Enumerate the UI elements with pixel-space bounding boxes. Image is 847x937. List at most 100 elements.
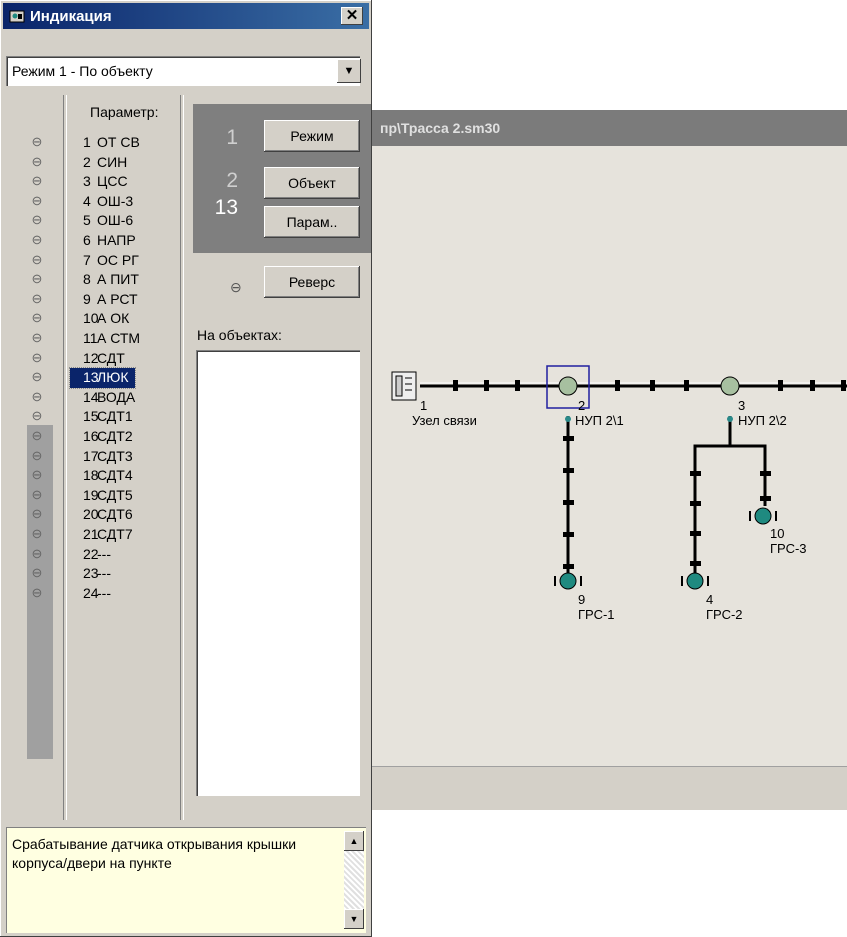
objects-list[interactable]	[196, 350, 360, 796]
status-led-icon: ⊖	[31, 369, 43, 384]
param-label: СДТ2	[97, 428, 133, 444]
param-number: 22	[83, 546, 99, 562]
mode-dropdown[interactable]: Режим 1 - По объекту ▼	[6, 56, 361, 86]
indication-window: Индикация ✕ Режим 1 - По объекту ▼ ⊖ ⊖ ⊖ ⊖ ⊖…	[0, 0, 372, 937]
status-led-icon: ⊖	[31, 428, 43, 443]
param-number: 23	[83, 565, 99, 581]
status-led-icon: ⊖	[31, 467, 43, 482]
param-number: 4	[83, 193, 91, 209]
param-row[interactable]: 4 ОШ-3	[70, 192, 133, 212]
column-divider	[180, 95, 184, 820]
node-4-icon	[681, 572, 709, 590]
chevron-down-icon[interactable]: ▼	[337, 59, 361, 83]
param-row[interactable]: 3 ЦСС	[70, 172, 128, 192]
param-label: СДТ1	[97, 408, 133, 424]
mode-button[interactable]: Режим	[264, 120, 360, 152]
scroll-up-icon[interactable]: ▲	[344, 831, 364, 851]
param-number: 3	[83, 173, 91, 189]
param-number: 8	[83, 271, 91, 287]
param-row[interactable]: 5 ОШ-6	[70, 211, 133, 231]
param-number: 19	[83, 487, 99, 503]
param-row[interactable]: 15СДТ1	[70, 407, 133, 427]
param-label: ЛЮК	[97, 369, 129, 385]
param-row[interactable]: 22---	[70, 545, 111, 565]
param-number: 21	[83, 526, 99, 542]
node-1-name: Узел связи	[412, 413, 477, 428]
param-row[interactable]: 9 А РСТ	[70, 290, 138, 310]
counter-box: 1 2 13 Режим Объект Парам..	[193, 104, 371, 253]
reverse-led-icon: ⊖	[230, 279, 242, 295]
param-label: А ПИТ	[97, 271, 139, 287]
param-label: НАПР	[97, 232, 136, 248]
status-led-icon: ⊖	[31, 448, 43, 463]
param-row[interactable]: 8 А ПИТ	[70, 270, 139, 290]
param-row[interactable]: 14ВОДА	[70, 388, 135, 408]
param-label: ОШ-6	[97, 212, 134, 228]
param-row[interactable]: 12СДТ	[70, 349, 125, 369]
param-row[interactable]: 6 НАПР	[70, 231, 136, 251]
param-row[interactable]: 19СДТ5	[70, 486, 133, 506]
scroll-down-icon[interactable]: ▼	[344, 909, 364, 929]
title-bar[interactable]: Индикация ✕	[3, 3, 369, 29]
node-10-icon	[749, 507, 777, 525]
close-button[interactable]: ✕	[341, 7, 363, 25]
route-diagram	[391, 365, 847, 590]
object-button[interactable]: Объект	[264, 167, 360, 199]
status-led-icon: ⊖	[31, 252, 43, 267]
param-label: СИН	[97, 154, 128, 170]
param-button[interactable]: Парам..	[264, 206, 360, 238]
param-row[interactable]: 11А СТМ	[70, 329, 140, 349]
param-number: 9	[83, 291, 91, 307]
map-window: пр\Трасса 2.sm30 1 Узел связи 2 НУП 2\1 …	[370, 110, 847, 810]
reverse-button[interactable]: Реверс	[264, 266, 360, 298]
param-row[interactable]: 2 СИН	[70, 153, 127, 173]
status-led-icon: ⊖	[31, 408, 43, 423]
branch-node3	[693, 416, 767, 576]
description-text: Срабатывание датчика открывания крышки к…	[12, 836, 297, 871]
status-led-icon: ⊖	[31, 585, 43, 600]
node-9-icon	[554, 572, 582, 590]
param-row[interactable]: 17СДТ3	[70, 447, 133, 467]
param-label: СДТ7	[97, 526, 133, 542]
param-row[interactable]: 16СДТ2	[70, 427, 133, 447]
param-row[interactable]: 20СДТ6	[70, 505, 133, 525]
status-led-icon: ⊖	[31, 232, 43, 247]
node-3-number: 3	[738, 398, 746, 413]
param-label: СДТ	[97, 350, 125, 366]
param-number: 17	[83, 448, 99, 464]
param-label: ЦСС	[97, 173, 128, 189]
param-number: 20	[83, 506, 99, 522]
status-led-icon: ⊖	[31, 487, 43, 502]
status-led-icon: ⊖	[31, 330, 43, 345]
param-number: 10	[83, 310, 99, 326]
status-led-icon: ⊖	[31, 134, 43, 149]
description-scrollbar[interactable]: ▲ ▼	[344, 831, 364, 929]
status-led-icon: ⊖	[31, 526, 43, 541]
param-row[interactable]: 1 ОТ СВ	[70, 133, 140, 153]
param-row[interactable]: 24---	[70, 584, 111, 604]
param-label: ОТ СВ	[97, 134, 140, 150]
node-10-name: ГРС-3	[770, 541, 807, 556]
status-led-icon: ⊖	[31, 565, 43, 580]
node-1-icon	[391, 371, 417, 401]
window-title: Индикация	[30, 8, 112, 25]
param-row[interactable]: 18СДТ4	[70, 466, 133, 486]
mode-dropdown-value: Режим 1 - По объекту	[12, 63, 153, 79]
param-label: ВОДА	[97, 389, 136, 405]
status-led-icon: ⊖	[31, 291, 43, 306]
param-label: СДТ4	[97, 467, 133, 483]
param-number: 11	[83, 330, 98, 346]
param-number: 5	[83, 212, 91, 228]
param-number: 14	[83, 389, 99, 405]
param-label: ---	[97, 546, 111, 562]
map-canvas[interactable]: 1 Узел связи 2 НУП 2\1 3 НУП 2\2 9 ГРС-1…	[370, 146, 847, 766]
mode-counter: 1	[226, 126, 238, 149]
param-row[interactable]: 23---	[70, 564, 111, 584]
param-row[interactable]: 13ЛЮК	[69, 367, 136, 389]
param-label: ---	[97, 565, 111, 581]
param-row[interactable]: 21СДТ7	[70, 525, 133, 545]
param-number: 12	[83, 350, 99, 366]
param-row[interactable]: 7 ОС РГ	[70, 251, 139, 271]
param-row[interactable]: 10А ОК	[70, 309, 129, 329]
node-2-name: НУП 2\1	[575, 413, 624, 428]
